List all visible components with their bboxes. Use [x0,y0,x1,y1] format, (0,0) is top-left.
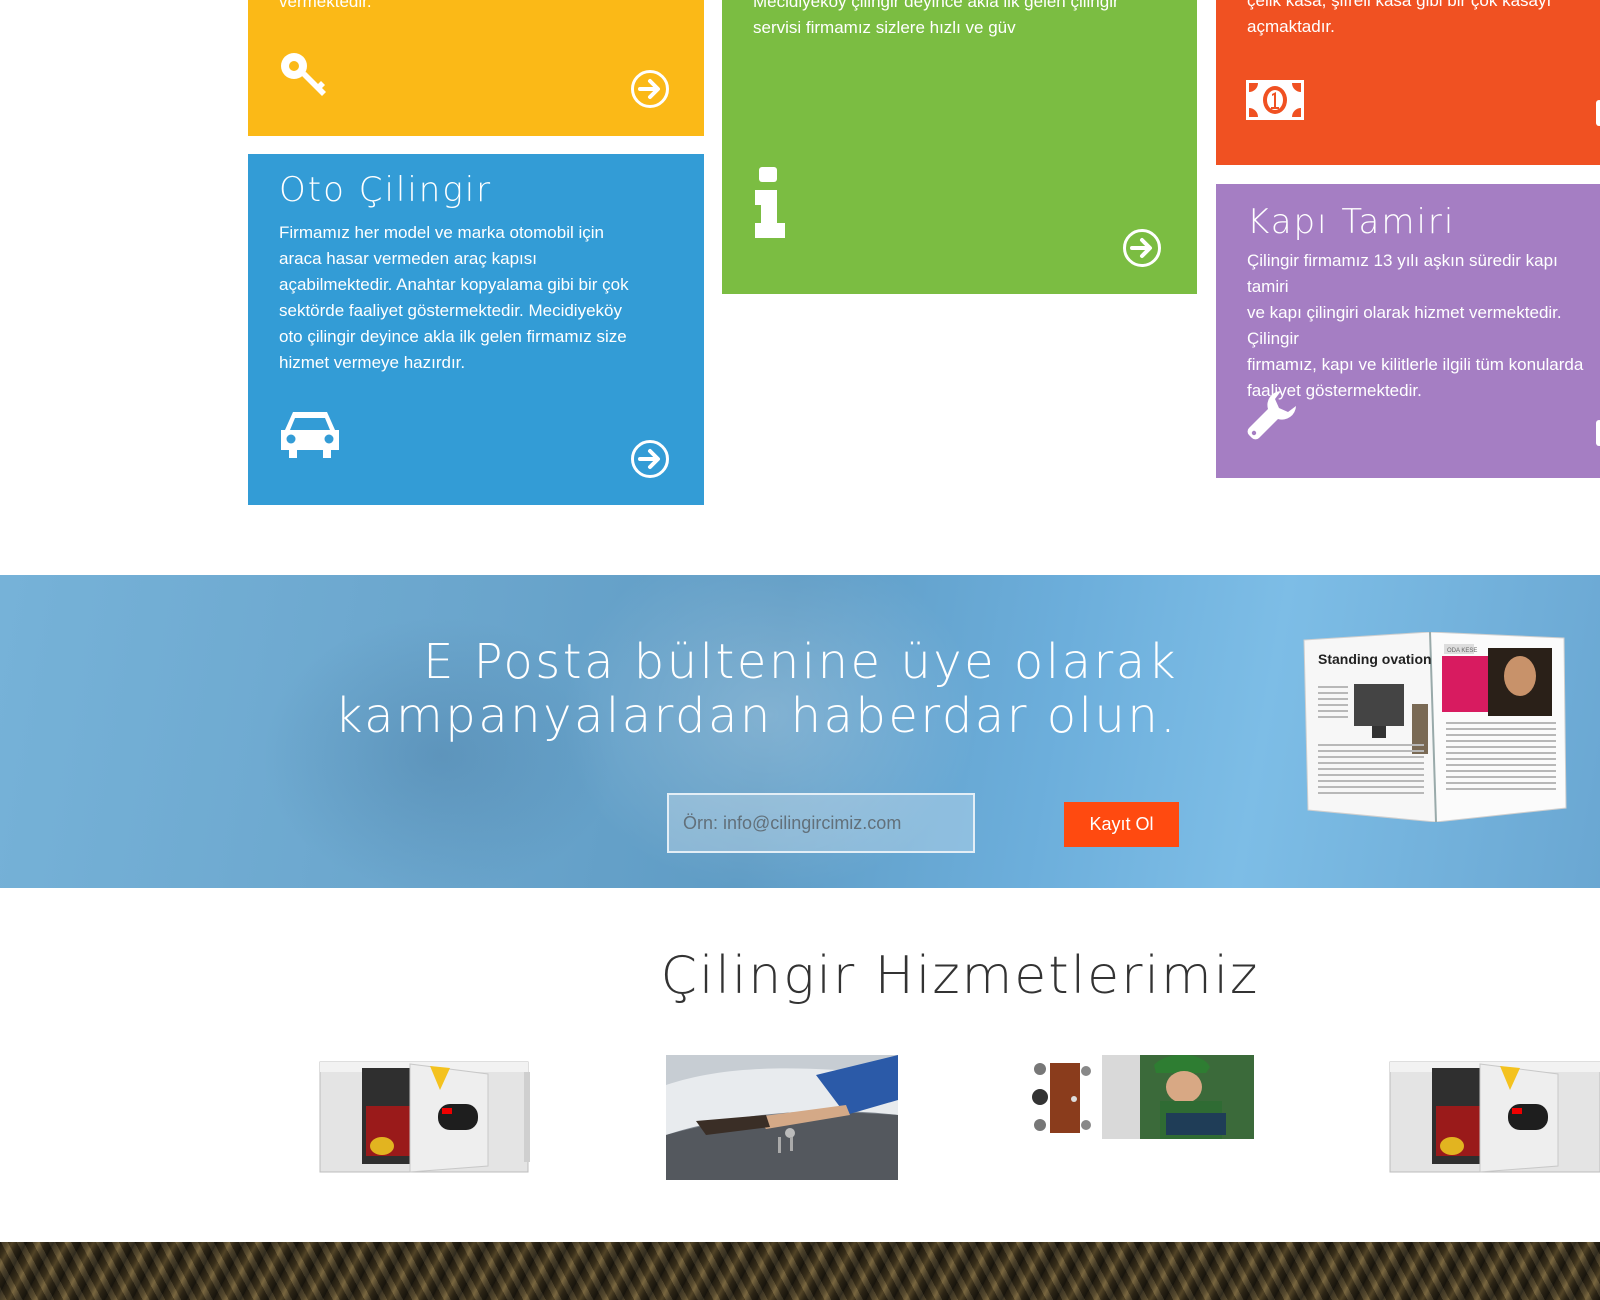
tile-text: Firmamız her model ve marka otomobil içi… [279,223,629,372]
newsletter-section: E Posta bültenine üye olarak kampanyalar… [0,575,1600,888]
tile-oto-cilingir: Oto Çilingir Firmamız her model ve marka… [248,154,704,505]
tile-text: Çilingir firmamız 13 yılı aşkın süredir … [1247,251,1584,400]
tile-yellow: vermektedir. [248,0,704,136]
tile-title: Oto Çilingir [279,170,493,210]
tile-title: Kapı Tamiri [1247,202,1456,242]
service-image-door-lock[interactable] [1026,1055,1254,1139]
tile-kapi-tamiri: Kapı Tamiri Çilingir firmamız 13 yılı aş… [1216,184,1600,478]
tile-text: Mecidiyeköy çilingir deyince akla ilk ge… [753,0,1119,37]
tile-red: çelik kasa, şifreli kasa gibi bir çok ka… [1216,0,1600,165]
service-image-safe[interactable] [318,1060,534,1174]
arrow-right-button[interactable] [1122,228,1162,268]
money-icon [1246,80,1304,120]
signup-button[interactable]: Kayıt Ol [1064,802,1179,847]
arrow-right-button[interactable] [630,439,670,479]
magazine-tag: ODA KESE [1447,648,1477,654]
email-field[interactable] [667,793,975,853]
info-icon [755,167,785,238]
magazine-image: Standing ovation ODA KESE [1303,632,1567,822]
arrow-right-button[interactable] [630,69,670,109]
wrench-icon [1247,391,1296,440]
service-image-car-key[interactable] [666,1055,898,1180]
magazine-headline: Standing ovation [1318,651,1432,667]
arrow-right-button[interactable] [1596,100,1600,126]
arrow-right-button[interactable] [1596,420,1600,446]
key-icon [281,53,326,96]
keys-background-band [0,1242,1600,1300]
tile-text: vermektedir. [279,0,372,11]
service-image-safe-2[interactable] [1388,1060,1600,1174]
services-title: Çilingir Hizmetlerimiz [660,946,1260,1006]
tile-green: Mecidiyeköy çilingir deyince akla ilk ge… [722,0,1197,294]
newsletter-title: E Posta bültenine üye olarak kampanyalar… [334,634,1178,744]
tile-text: çelik kasa, şifreli kasa gibi bir çok ka… [1247,0,1552,36]
car-icon [281,412,339,458]
